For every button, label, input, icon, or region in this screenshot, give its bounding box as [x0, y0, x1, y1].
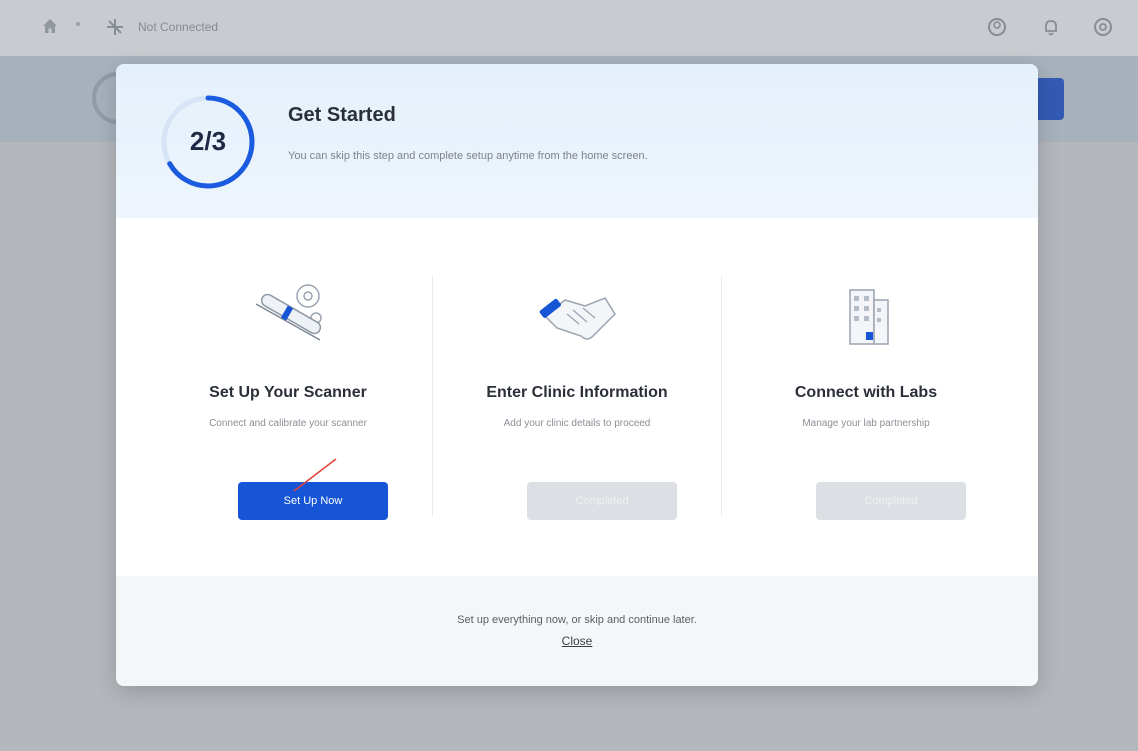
get-started-modal: 2/3 Get Started You can skip this step a…	[116, 64, 1038, 686]
progress-text: 2/3	[189, 126, 227, 156]
building-icon	[849, 289, 889, 345]
modal-header: 2/3 Get Started You can skip this step a…	[116, 64, 1038, 218]
completed-button: Completed	[527, 482, 677, 520]
close-link[interactable]: Close	[116, 634, 1038, 648]
step-description: Connect and calibrate your scanner	[209, 418, 367, 429]
modal-footer: Set up everything now, or skip and conti…	[116, 576, 1038, 686]
completed-button: Completed	[816, 482, 966, 520]
modal-subtitle: You can skip this step and complete setu…	[288, 150, 648, 162]
step-title: Connect with Labs	[794, 384, 938, 401]
step-scanner: Set Up Your Scanner Connect and calibrat…	[143, 218, 433, 576]
setup-steps: Set Up Your Scanner Connect and calibrat…	[116, 218, 1038, 576]
pointer-annotation	[293, 458, 337, 492]
handshake-icon	[539, 297, 616, 340]
step-description: Add your clinic details to proceed	[503, 418, 651, 429]
footer-text: Set up everything now, or skip and conti…	[457, 614, 697, 626]
step-description: Manage your lab partnership	[802, 418, 930, 429]
step-clinic: Enter Clinic Information Add your clinic…	[432, 218, 722, 576]
step-title: Enter Clinic Information	[486, 384, 668, 401]
step-labs: Connect with Labs Manage your lab partne…	[721, 218, 1011, 576]
modal-title: Get Started	[288, 104, 396, 126]
step-title: Set Up Your Scanner	[209, 384, 367, 401]
scanner-icon	[255, 284, 322, 341]
